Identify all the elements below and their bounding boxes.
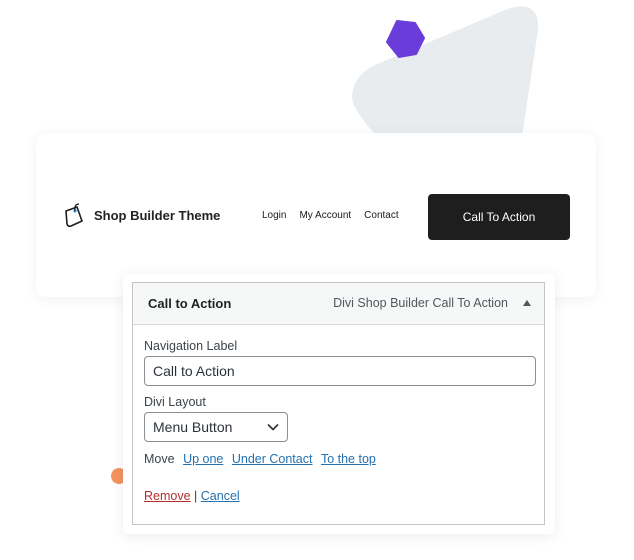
- navigation-label-label: Navigation Label: [144, 339, 238, 353]
- move-up-one-link[interactable]: Up one: [183, 452, 223, 466]
- move-controls: Move Up one Under Contact To the top: [144, 452, 536, 466]
- brand-name: Shop Builder Theme: [94, 207, 221, 223]
- divi-layout-label: Divi Layout: [144, 395, 206, 409]
- menu-item-title: Call to Action: [148, 296, 232, 311]
- menu-item-settings: Navigation Label Divi Layout Menu Button…: [144, 339, 536, 503]
- header-nav: Login My Account Contact: [262, 210, 399, 221]
- remove-link[interactable]: Remove: [144, 489, 191, 503]
- header-preview-card: Shop Builder Theme Login My Account Cont…: [36, 133, 596, 297]
- shopping-tag-icon: [65, 203, 83, 228]
- menu-item-header[interactable]: Call to Action Divi Shop Builder Call To…: [133, 283, 544, 325]
- divi-layout-selected-value: Menu Button: [153, 419, 233, 435]
- menu-item-type: Divi Shop Builder Call To Action: [333, 296, 508, 310]
- actions-separator: |: [194, 489, 198, 503]
- brand[interactable]: Shop Builder Theme: [62, 202, 220, 228]
- menu-item-actions: Remove | Cancel: [144, 489, 536, 503]
- background-triangle-shape: [351, 6, 539, 150]
- background-hexagon-shape: [386, 20, 425, 58]
- nav-item-my-account[interactable]: My Account: [299, 210, 351, 221]
- chevron-down-icon: [267, 423, 279, 431]
- move-under-contact-link[interactable]: Under Contact: [232, 452, 313, 466]
- collapse-arrow-icon[interactable]: [523, 300, 531, 306]
- move-to-top-link[interactable]: To the top: [321, 452, 376, 466]
- cancel-link[interactable]: Cancel: [201, 489, 240, 503]
- move-label: Move: [144, 452, 175, 466]
- nav-item-login[interactable]: Login: [262, 210, 286, 221]
- divi-layout-select[interactable]: Menu Button: [144, 412, 288, 442]
- menu-item-settings-panel: Call to Action Divi Shop Builder Call To…: [132, 282, 545, 525]
- navigation-label-input[interactable]: [144, 356, 536, 386]
- nav-item-contact[interactable]: Contact: [364, 210, 398, 221]
- call-to-action-button[interactable]: Call To Action: [428, 194, 570, 240]
